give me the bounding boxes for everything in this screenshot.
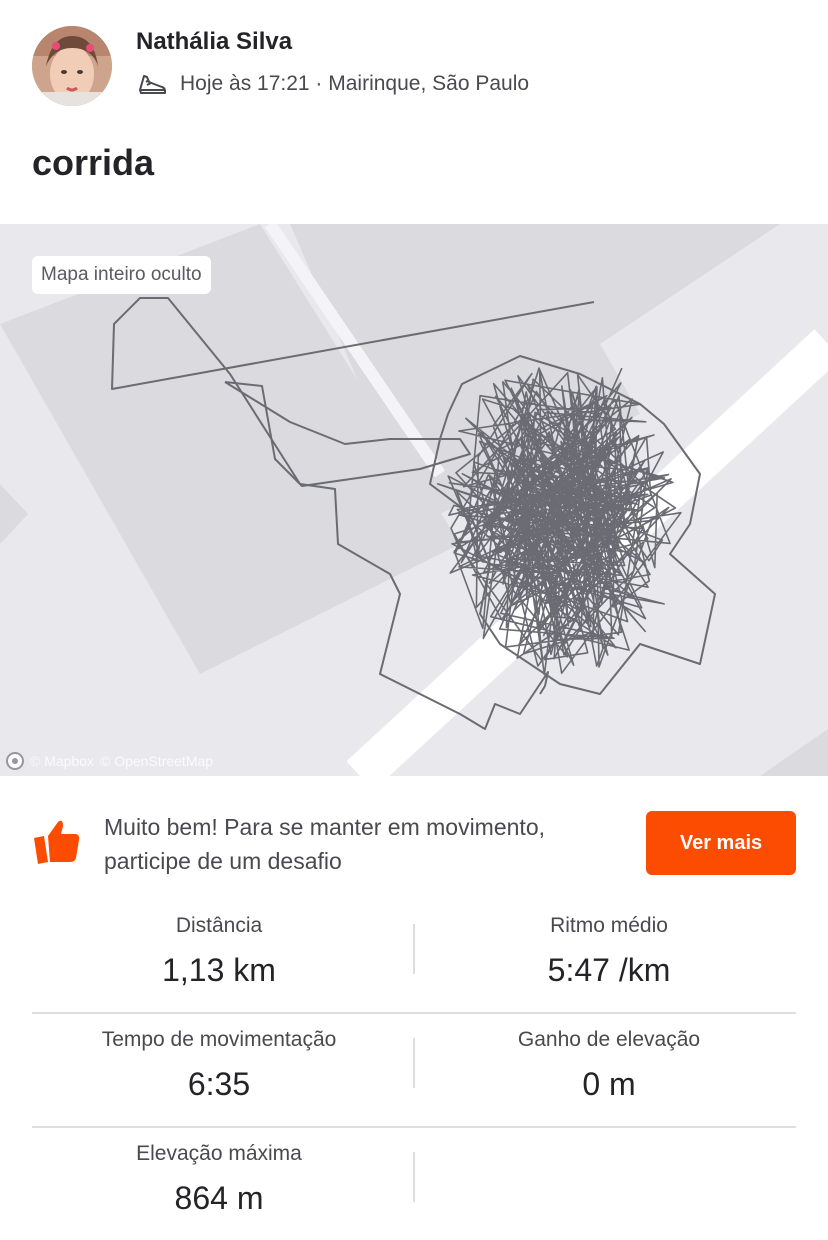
attribution-osm[interactable]: © OpenStreetMap <box>100 753 213 769</box>
stat-moving-time: Tempo de movimentação 6:35 <box>32 1026 406 1104</box>
activity-header: Nathália Silva Hoje às 17:21 · Mairinque… <box>0 0 828 222</box>
activity-title[interactable]: corrida <box>32 142 154 184</box>
map-canvas <box>0 224 828 776</box>
stat-value: 1,13 km <box>162 952 276 988</box>
activity-map[interactable]: Mapa inteiro oculto © Mapbox © OpenStree… <box>0 224 828 776</box>
avatar[interactable] <box>32 26 112 106</box>
stat-value: 5:47 /km <box>547 952 671 988</box>
stat-divider <box>413 1038 415 1088</box>
promo-text: Muito bem! Para se manter em movimento, … <box>104 814 545 874</box>
athlete-name[interactable]: Nathália Silva <box>136 28 292 56</box>
mapbox-logo-icon <box>6 752 24 770</box>
stat-row: Elevação máxima 864 m <box>32 1128 796 1240</box>
stat-label: Tempo de movimentação <box>101 1028 337 1051</box>
stat-row: Tempo de movimentação 6:35 Ganho de elev… <box>32 1014 796 1128</box>
stat-divider <box>413 1152 415 1202</box>
stat-elevation-gain: Ganho de elevação 0 m <box>422 1026 796 1104</box>
see-more-button[interactable]: Ver mais <box>646 811 796 875</box>
activity-meta-text: Hoje às 17:21 · Mairinque, São Paulo <box>180 72 530 95</box>
stat-label: Ritmo médio <box>550 914 668 937</box>
challenge-promo: Muito bem! Para se manter em movimento, … <box>0 776 828 900</box>
map-attribution[interactable]: © Mapbox © OpenStreetMap <box>6 752 213 770</box>
stat-max-elevation: Elevação máxima 864 m <box>32 1140 406 1218</box>
running-shoe-icon <box>139 75 166 94</box>
avatar-photo <box>32 26 112 106</box>
stat-distance: Distância 1,13 km <box>32 912 406 990</box>
stat-value: 6:35 <box>187 1066 251 1102</box>
thumbs-up-icon <box>34 820 80 864</box>
stat-label: Distância <box>175 914 263 937</box>
stat-divider <box>413 924 415 974</box>
activity-stats: Distância 1,13 km Ritmo médio 5:47 /km T… <box>32 900 796 1240</box>
stat-label: Elevação máxima <box>136 1142 302 1165</box>
map-hidden-label[interactable]: Mapa inteiro oculto <box>32 256 211 294</box>
stat-avg-pace: Ritmo médio 5:47 /km <box>422 912 796 990</box>
stat-row: Distância 1,13 km Ritmo médio 5:47 /km <box>32 900 796 1014</box>
attribution-mapbox[interactable]: © Mapbox <box>30 753 94 769</box>
stat-value: 0 m <box>582 1066 636 1102</box>
activity-meta: Hoje às 17:21 · Mairinque, São Paulo <box>136 68 529 100</box>
stat-label: Ganho de elevação <box>517 1028 701 1051</box>
stat-value: 864 m <box>174 1180 264 1216</box>
